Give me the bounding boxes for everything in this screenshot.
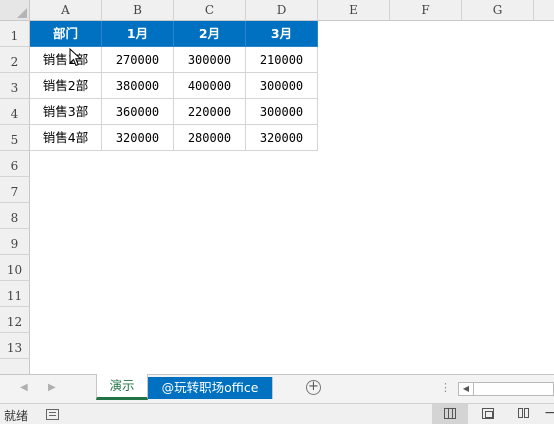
- select-all-corner[interactable]: [0, 0, 30, 21]
- tab-scroll-next-icon[interactable]: ▶: [48, 382, 56, 393]
- cell-d2[interactable]: 210000: [246, 47, 318, 73]
- column-header-partial[interactable]: [534, 0, 554, 21]
- column-header-c[interactable]: C: [174, 0, 246, 21]
- cell-b1-month1-header[interactable]: 1月: [102, 21, 174, 47]
- cell-c5[interactable]: 280000: [174, 125, 246, 151]
- spreadsheet-grid[interactable]: A B C D E F G 1 2 3 4 5 6 7 8 9 10 11 12…: [0, 0, 554, 374]
- cell-a4[interactable]: 销售3部: [30, 99, 102, 125]
- zoom-out-button[interactable]: −: [544, 405, 554, 421]
- macro-record-icon[interactable]: [46, 409, 59, 420]
- cell-b3[interactable]: 380000: [102, 73, 174, 99]
- row-header-3[interactable]: 3: [0, 73, 30, 99]
- cell-d1-month3-header[interactable]: 3月: [246, 21, 318, 47]
- row-header-1[interactable]: 1: [0, 21, 30, 47]
- row-header-13[interactable]: 13: [0, 333, 30, 359]
- row-header-2[interactable]: 2: [0, 47, 30, 73]
- row-header-12[interactable]: 12: [0, 307, 30, 333]
- normal-view-icon: [444, 408, 456, 419]
- cell-c1-month2-header[interactable]: 2月: [174, 21, 246, 47]
- tab-office[interactable]: @玩转职场office: [148, 377, 273, 399]
- cell-b2[interactable]: 270000: [102, 47, 174, 73]
- row-header-4[interactable]: 4: [0, 99, 30, 125]
- row-header-14-partial[interactable]: [0, 359, 30, 374]
- row-header-8[interactable]: 8: [0, 203, 30, 229]
- mouse-cursor-icon: [69, 48, 82, 67]
- cell-c4[interactable]: 220000: [174, 99, 246, 125]
- cell-a2[interactable]: 销售1部: [30, 47, 102, 73]
- status-bar: 就绪 −: [0, 403, 554, 424]
- cell-c3[interactable]: 400000: [174, 73, 246, 99]
- scroll-left-icon[interactable]: ◀: [459, 383, 474, 395]
- cell-a1-dept-header[interactable]: 部门: [30, 21, 102, 47]
- add-sheet-icon[interactable]: +: [306, 380, 321, 395]
- sheet-tab-bar: ◀ ▶ 演示 @玩转职场office + ⋮ ◀: [0, 374, 554, 403]
- column-header-a[interactable]: A: [30, 0, 102, 21]
- cell-a5[interactable]: 销售4部: [30, 125, 102, 151]
- page-layout-icon: [482, 408, 494, 419]
- row-header-5[interactable]: 5: [0, 125, 30, 151]
- cell-a3[interactable]: 销售2部: [30, 73, 102, 99]
- tab-demo[interactable]: 演示: [96, 374, 148, 400]
- row-header-7[interactable]: 7: [0, 177, 30, 203]
- page-break-icon: [518, 408, 530, 419]
- tab-scroll-prev-icon[interactable]: ◀: [20, 382, 28, 393]
- cell-b4[interactable]: 360000: [102, 99, 174, 125]
- column-header-g[interactable]: G: [462, 0, 534, 21]
- column-header-f[interactable]: F: [390, 0, 462, 21]
- column-header-d[interactable]: D: [246, 0, 318, 21]
- column-header-e[interactable]: E: [318, 0, 390, 21]
- cell-d3[interactable]: 300000: [246, 73, 318, 99]
- row-header-11[interactable]: 11: [0, 281, 30, 307]
- row-header-9[interactable]: 9: [0, 229, 30, 255]
- cell-d4[interactable]: 300000: [246, 99, 318, 125]
- row-header-10[interactable]: 10: [0, 255, 30, 281]
- cell-c2[interactable]: 300000: [174, 47, 246, 73]
- row-header-6[interactable]: 6: [0, 151, 30, 177]
- page-layout-button[interactable]: [470, 404, 506, 424]
- column-header-b[interactable]: B: [102, 0, 174, 21]
- cell-d5[interactable]: 320000: [246, 125, 318, 151]
- tab-splitter-icon[interactable]: ⋮: [440, 381, 451, 394]
- horizontal-scrollbar[interactable]: ◀: [458, 382, 554, 396]
- status-ready-text: 就绪: [4, 409, 29, 423]
- normal-view-button[interactable]: [432, 404, 468, 424]
- select-all-triangle-icon: [17, 8, 27, 18]
- cell-b5[interactable]: 320000: [102, 125, 174, 151]
- page-break-button[interactable]: [506, 404, 542, 424]
